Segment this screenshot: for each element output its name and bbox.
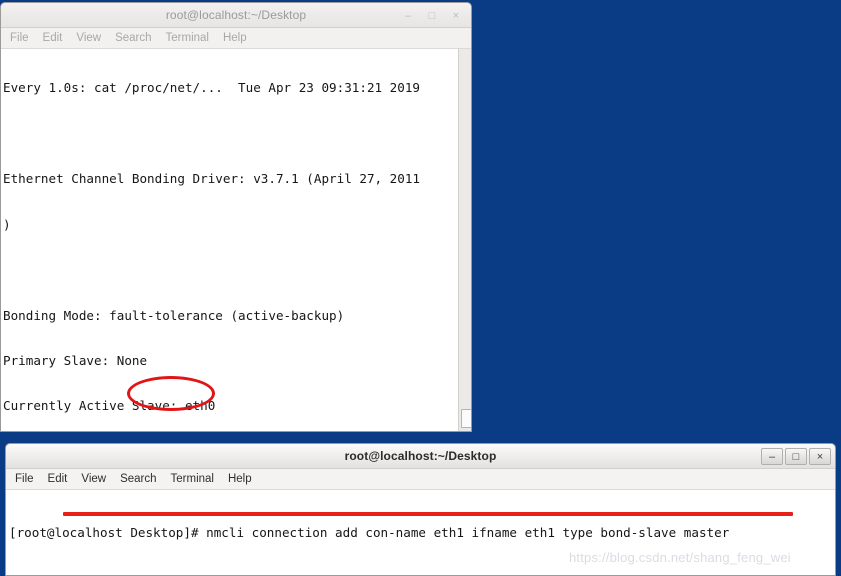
terminal-line: Primary Slave: None <box>3 353 148 369</box>
window1-terminal-output[interactable]: Every 1.0s: cat /proc/net/... Tue Apr 23… <box>1 49 471 431</box>
menu-search[interactable]: Search <box>115 32 151 44</box>
watermark-text: https://blog.csdn.net/shang_feng_wei <box>569 550 791 565</box>
window2-titlebar[interactable]: root@localhost:~/Desktop – □ × <box>6 444 835 469</box>
close-icon[interactable]: × <box>809 448 831 465</box>
window1-window-controls[interactable]: – □ × <box>397 3 467 28</box>
menu-edit[interactable]: Edit <box>43 32 63 44</box>
terminal-line: Bonding Mode: fault-tolerance (active-ba… <box>3 307 345 323</box>
menu-view[interactable]: View <box>81 473 106 485</box>
terminal-window-1[interactable]: root@localhost:~/Desktop – □ × File Edit… <box>0 2 472 432</box>
minimize-icon[interactable]: – <box>397 7 419 24</box>
close-icon[interactable]: × <box>445 7 467 24</box>
menu-view[interactable]: View <box>76 32 101 44</box>
maximize-icon[interactable]: □ <box>421 7 443 24</box>
terminal-command-line: [root@localhost Desktop]# nmcli connecti… <box>9 525 730 540</box>
terminal-line: ) <box>3 216 11 232</box>
terminal-line: Every 1.0s: cat /proc/net/... Tue Apr 23… <box>3 80 421 96</box>
desktop: root@localhost:~/Desktop – □ × File Edit… <box>0 0 841 576</box>
menu-help[interactable]: Help <box>228 473 252 485</box>
window1-text-area: Every 1.0s: cat /proc/net/... Tue Apr 23… <box>1 49 471 431</box>
menu-file[interactable]: File <box>15 473 34 485</box>
window2-window-controls[interactable]: – □ × <box>761 444 831 469</box>
terminal-line: Ethernet Channel Bonding Driver: v3.7.1 … <box>3 171 421 187</box>
scrollbar-thumb[interactable] <box>461 409 471 428</box>
maximize-icon[interactable]: □ <box>785 448 807 465</box>
window2-menubar[interactable]: File Edit View Search Terminal Help <box>6 469 835 490</box>
window1-scrollbar[interactable] <box>458 49 471 431</box>
minimize-icon[interactable]: – <box>761 448 783 465</box>
menu-edit[interactable]: Edit <box>48 473 68 485</box>
window2-title: root@localhost:~/Desktop <box>344 449 497 463</box>
window1-titlebar[interactable]: root@localhost:~/Desktop – □ × <box>1 3 471 28</box>
menu-file[interactable]: File <box>10 32 29 44</box>
menu-help[interactable]: Help <box>223 32 247 44</box>
terminal-line: Currently Active Slave: eth0 <box>3 398 216 414</box>
menu-terminal[interactable]: Terminal <box>171 473 214 485</box>
menu-search[interactable]: Search <box>120 473 156 485</box>
window1-menubar[interactable]: File Edit View Search Terminal Help <box>1 28 471 49</box>
menu-terminal[interactable]: Terminal <box>166 32 209 44</box>
